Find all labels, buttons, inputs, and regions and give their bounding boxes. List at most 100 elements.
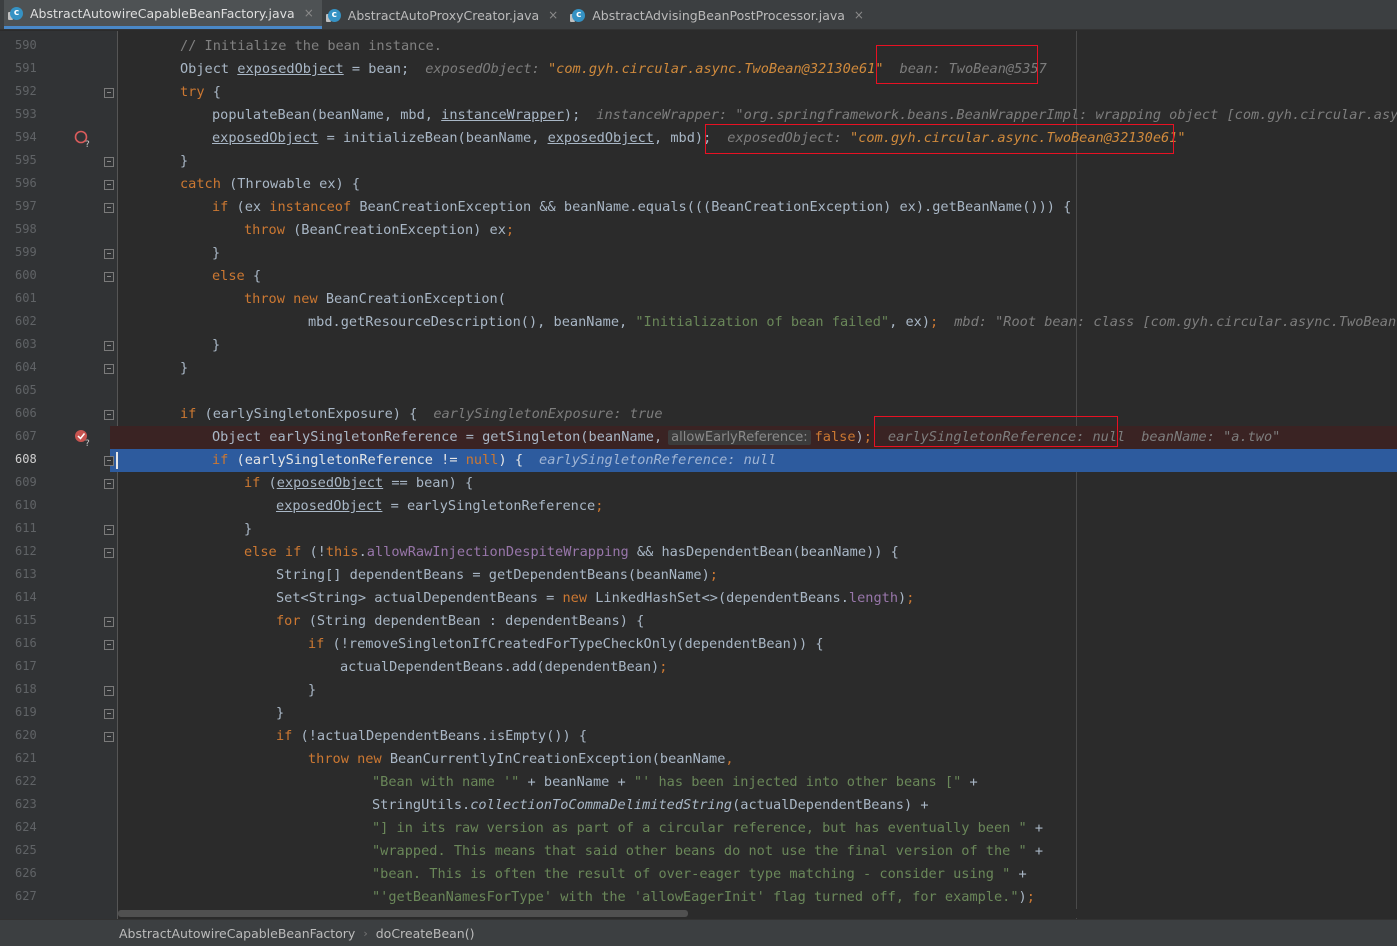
code-line[interactable]: 624 "] in its raw version as part of a c… [0, 817, 1397, 840]
line-number: 615 [15, 613, 37, 627]
code-line[interactable]: 626 "bean. This is often the result of o… [0, 863, 1397, 886]
code-line[interactable]: 606 if (earlySingletonExposure) {earlySi… [0, 403, 1397, 426]
code-line[interactable]: 622 "Bean with name '" + beanName + "' h… [0, 771, 1397, 794]
fold-marker-icon[interactable] [104, 525, 114, 535]
fold-marker-icon[interactable] [104, 341, 114, 351]
line-number: 617 [15, 659, 37, 673]
code-line[interactable]: 602 mbd.getResourceDescription(), beanNa… [0, 311, 1397, 334]
code-line[interactable]: 594 ? exposedObject = initializeBean(bea… [0, 127, 1397, 150]
code-line[interactable]: 591 Object exposedObject = bean; exposedO… [0, 58, 1397, 81]
debug-inline-value: exposedObject: "com.gyh.circular.async.T… [727, 130, 1186, 146]
line-number: 602 [15, 314, 37, 328]
line-number: 608 [15, 452, 37, 466]
fold-marker-icon[interactable] [104, 249, 114, 259]
code-line[interactable]: 592 try { [0, 81, 1397, 104]
line-number: 596 [15, 176, 37, 190]
code-line[interactable]: 611 } [0, 518, 1397, 541]
line-number: 613 [15, 567, 37, 581]
parameter-hint: allowEarlyReference: [668, 430, 811, 445]
fold-marker-icon[interactable] [104, 157, 114, 167]
fold-marker-icon[interactable] [104, 709, 114, 719]
fold-marker-icon[interactable] [104, 410, 114, 420]
conditional-breakpoint-icon[interactable]: ? [74, 130, 92, 148]
code-line[interactable]: 614 Set<String> actualDependentBeans = n… [0, 587, 1397, 610]
code-line[interactable]: 619 } [0, 702, 1397, 725]
code-line[interactable]: 593 populateBean(beanName, mbd, instance… [0, 104, 1397, 127]
code-line[interactable]: 623 StringUtils.collectionToCommaDelimit… [0, 794, 1397, 817]
line-number: 598 [15, 222, 37, 236]
line-number: 595 [15, 153, 37, 167]
fold-marker-icon[interactable] [104, 364, 114, 374]
horizontal-scrollbar[interactable] [118, 909, 1397, 918]
java-class-icon: c [325, 8, 343, 23]
line-number: 620 [15, 728, 37, 742]
code-line-current-execution[interactable]: 608 if (earlySingletonReference != null)… [0, 449, 1397, 472]
code-line[interactable]: 598 throw (BeanCreationException) ex; [0, 219, 1397, 242]
fold-marker-icon[interactable] [104, 640, 114, 650]
tab-abstract-autowire-capable-bean-factory[interactable]: c AbstractAutowireCapableBeanFactory.jav… [4, 0, 322, 29]
code-line[interactable]: 610 exposedObject = earlySingletonRefere… [0, 495, 1397, 518]
code-line[interactable]: 620 if (!actualDependentBeans.isEmpty())… [0, 725, 1397, 748]
fold-marker-icon[interactable] [104, 617, 114, 627]
code-line[interactable]: 613 String[] dependentBeans = getDepende… [0, 564, 1397, 587]
debug-inline-value: exposedObject: "com.gyh.circular.async.T… [425, 61, 884, 77]
line-number: 594 [15, 130, 37, 144]
code-line[interactable]: 615 for (String dependentBean : dependen… [0, 610, 1397, 633]
line-number: 611 [15, 521, 37, 535]
code-line[interactable]: 597 if (ex instanceof BeanCreationExcept… [0, 196, 1397, 219]
line-number: 601 [15, 291, 37, 305]
code-line[interactable]: 605 [0, 380, 1397, 403]
tab-abstract-advising-bean-post-processor[interactable]: c AbstractAdvisingBeanPostProcessor.java… [566, 1, 872, 29]
code-line[interactable]: 621 throw new BeanCurrentlyInCreationExc… [0, 748, 1397, 771]
fold-marker-icon[interactable] [104, 203, 114, 213]
line-number: 605 [15, 383, 37, 397]
code-line[interactable]: 617 actualDependentBeans.add(dependentBe… [0, 656, 1397, 679]
breadcrumb-method[interactable]: doCreateBean() [376, 926, 475, 941]
fold-marker-icon[interactable] [104, 548, 114, 558]
code-line[interactable]: 603 } [0, 334, 1397, 357]
line-number: 597 [15, 199, 37, 213]
close-icon[interactable]: × [548, 8, 558, 22]
debug-inline-value: mbd: "Root bean: class [com.gyh.circular… [954, 314, 1397, 330]
code-line[interactable]: 595 } [0, 150, 1397, 173]
fold-marker-icon[interactable] [104, 88, 114, 98]
debug-inline-value: earlySingletonReference: null [887, 429, 1126, 445]
line-number: 627 [15, 889, 37, 903]
code-line[interactable]: 616 if (!removeSingletonIfCreatedForType… [0, 633, 1397, 656]
java-class-icon: c [8, 6, 25, 21]
code-line[interactable]: 600 else { [0, 265, 1397, 288]
close-icon[interactable]: × [854, 8, 864, 22]
fold-marker-icon[interactable] [104, 180, 114, 190]
line-number: 607 [15, 429, 37, 443]
line-number: 618 [15, 682, 37, 696]
fold-marker-icon[interactable] [104, 686, 114, 696]
line-number: 621 [15, 751, 37, 765]
tab-abstract-auto-proxy-creator[interactable]: c AbstractAutoProxyCreator.java × [322, 1, 566, 29]
code-line[interactable]: 596 catch (Throwable ex) { [0, 173, 1397, 196]
code-line[interactable]: 618 } [0, 679, 1397, 702]
line-number: 593 [15, 107, 37, 121]
fold-marker-icon[interactable] [104, 272, 114, 282]
fold-marker-icon[interactable] [104, 456, 114, 466]
fold-marker-icon[interactable] [104, 479, 114, 489]
code-line[interactable]: 612 else if (!this.allowRawInjectionDesp… [0, 541, 1397, 564]
line-number: 616 [15, 636, 37, 650]
close-icon[interactable]: × [304, 6, 314, 20]
code-line[interactable]: 609 if (exposedObject == bean) { [0, 472, 1397, 495]
code-line[interactable]: 604 } [0, 357, 1397, 380]
code-line[interactable]: 590 // Initialize the bean instance. [0, 35, 1397, 58]
code-editor[interactable]: 590 // Initialize the bean instance. 591… [0, 31, 1397, 919]
code-line[interactable]: 599 } [0, 242, 1397, 265]
scrollbar-thumb[interactable] [118, 910, 688, 917]
code-line[interactable]: 625 "wrapped. This means that said other… [0, 840, 1397, 863]
breakpoint-icon[interactable]: ? [74, 429, 92, 447]
line-number: 614 [15, 590, 37, 604]
debug-inline-value: beanName: "a.two" [1141, 429, 1281, 445]
svg-text:?: ? [85, 439, 90, 447]
code-line-breakpoint[interactable]: 607 ? Object earlySingletonReference = g… [0, 426, 1397, 449]
code-line[interactable]: 627 "'getBeanNamesForType' with the 'all… [0, 886, 1397, 909]
line-number: 619 [15, 705, 37, 719]
breadcrumb-class[interactable]: AbstractAutowireCapableBeanFactory [119, 926, 355, 941]
fold-marker-icon[interactable] [104, 732, 114, 742]
code-line[interactable]: 601 throw new BeanCreationException( [0, 288, 1397, 311]
